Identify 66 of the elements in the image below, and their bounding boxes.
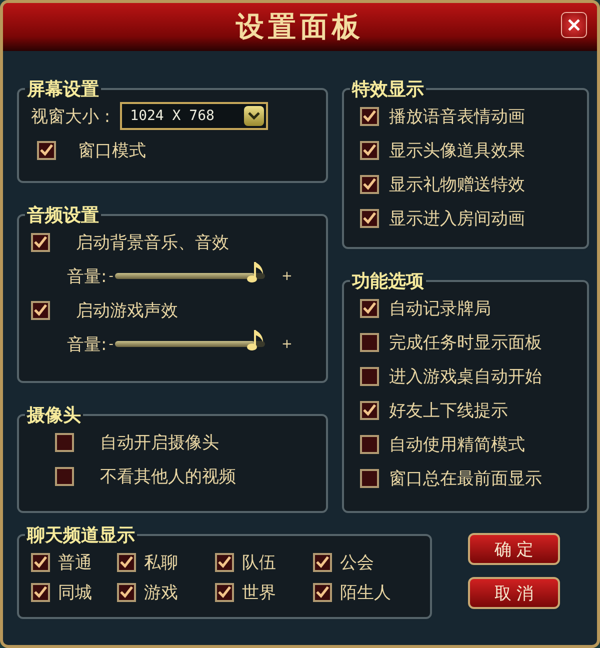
section-title: 特效显示 [350, 78, 426, 101]
checkbox[interactable] [215, 552, 234, 572]
option-label: 游戏 [144, 582, 178, 604]
minus-label: - [108, 268, 114, 284]
checkbox[interactable] [313, 582, 332, 602]
option-label: 进入游戏桌自动开始 [389, 366, 542, 388]
checkbox[interactable] [117, 582, 136, 602]
section-title: 屏幕设置 [26, 78, 100, 101]
plus-label: + [281, 336, 292, 352]
checkbox[interactable] [360, 366, 380, 386]
checkbox[interactable] [360, 332, 380, 352]
cancel-button[interactable]: 取 消 [468, 577, 560, 609]
option-label: 完成任务时显示面板 [389, 332, 542, 354]
option-label: 窗口总在最前面显示 [389, 468, 542, 490]
checkbox[interactable] [360, 106, 380, 126]
checkbox[interactable] [55, 432, 74, 452]
checkbox[interactable] [31, 232, 50, 252]
section-title: 摄像头 [26, 404, 82, 427]
resolution-dropdown[interactable]: 1024 X 768 [120, 102, 268, 130]
option-label: 普通 [58, 552, 92, 574]
checkbox[interactable] [31, 552, 50, 572]
checkbox[interactable] [215, 582, 234, 602]
checkbox[interactable] [360, 174, 380, 194]
window-title: 设置面板 [236, 9, 364, 45]
volume-label: 音量: [67, 334, 107, 356]
checkbox[interactable] [313, 552, 332, 572]
checkbox[interactable] [360, 400, 380, 420]
option-label: 世界 [242, 582, 276, 604]
option-label: 启动游戏声效 [76, 300, 178, 322]
volume-label: 音量: [67, 266, 107, 288]
plus-label: + [281, 268, 292, 284]
checkbox[interactable] [360, 208, 380, 228]
option-label: 公会 [340, 552, 374, 574]
checkbox[interactable] [360, 434, 380, 454]
option-label: 陌生人 [340, 582, 391, 604]
checkbox[interactable] [360, 140, 380, 160]
option-label: 私聊 [144, 552, 178, 574]
caret-icon [244, 106, 264, 126]
checkbox[interactable] [31, 582, 50, 602]
option-label: 好友上下线提示 [389, 400, 508, 422]
section-title: 音频设置 [26, 204, 100, 227]
ok-button[interactable]: 确 定 [468, 533, 560, 565]
checkbox[interactable] [55, 466, 74, 486]
checkbox[interactable] [37, 140, 56, 160]
section-title: 功能选项 [350, 270, 426, 293]
option-label: 队伍 [242, 552, 276, 574]
option-label: 同城 [58, 582, 92, 604]
close-icon [568, 19, 580, 31]
field-label: 视窗大小 : [31, 106, 110, 128]
option-label: 自动开启摄像头 [100, 432, 219, 454]
option-label: 启动背景音乐、音效 [76, 232, 229, 254]
option-label: 自动使用精简模式 [389, 434, 526, 456]
checkbox[interactable] [31, 300, 50, 320]
option-label: 显示礼物赠送特效 [389, 174, 526, 196]
checkbox[interactable] [117, 552, 136, 572]
close-button[interactable] [561, 12, 587, 38]
option-label: 显示头像道具效果 [389, 140, 526, 162]
minus-label: - [108, 336, 114, 352]
option-label: 播放语音表情动画 [389, 106, 526, 128]
option-label: 自动记录牌局 [389, 298, 492, 320]
option-label: 显示进入房间动画 [389, 208, 526, 230]
option-label: 窗口模式 [78, 140, 146, 162]
option-label: 不看其他人的视频 [100, 466, 236, 488]
checkbox[interactable] [360, 468, 380, 488]
section-title: 聊天频道显示 [26, 524, 136, 547]
checkbox[interactable] [360, 298, 380, 318]
